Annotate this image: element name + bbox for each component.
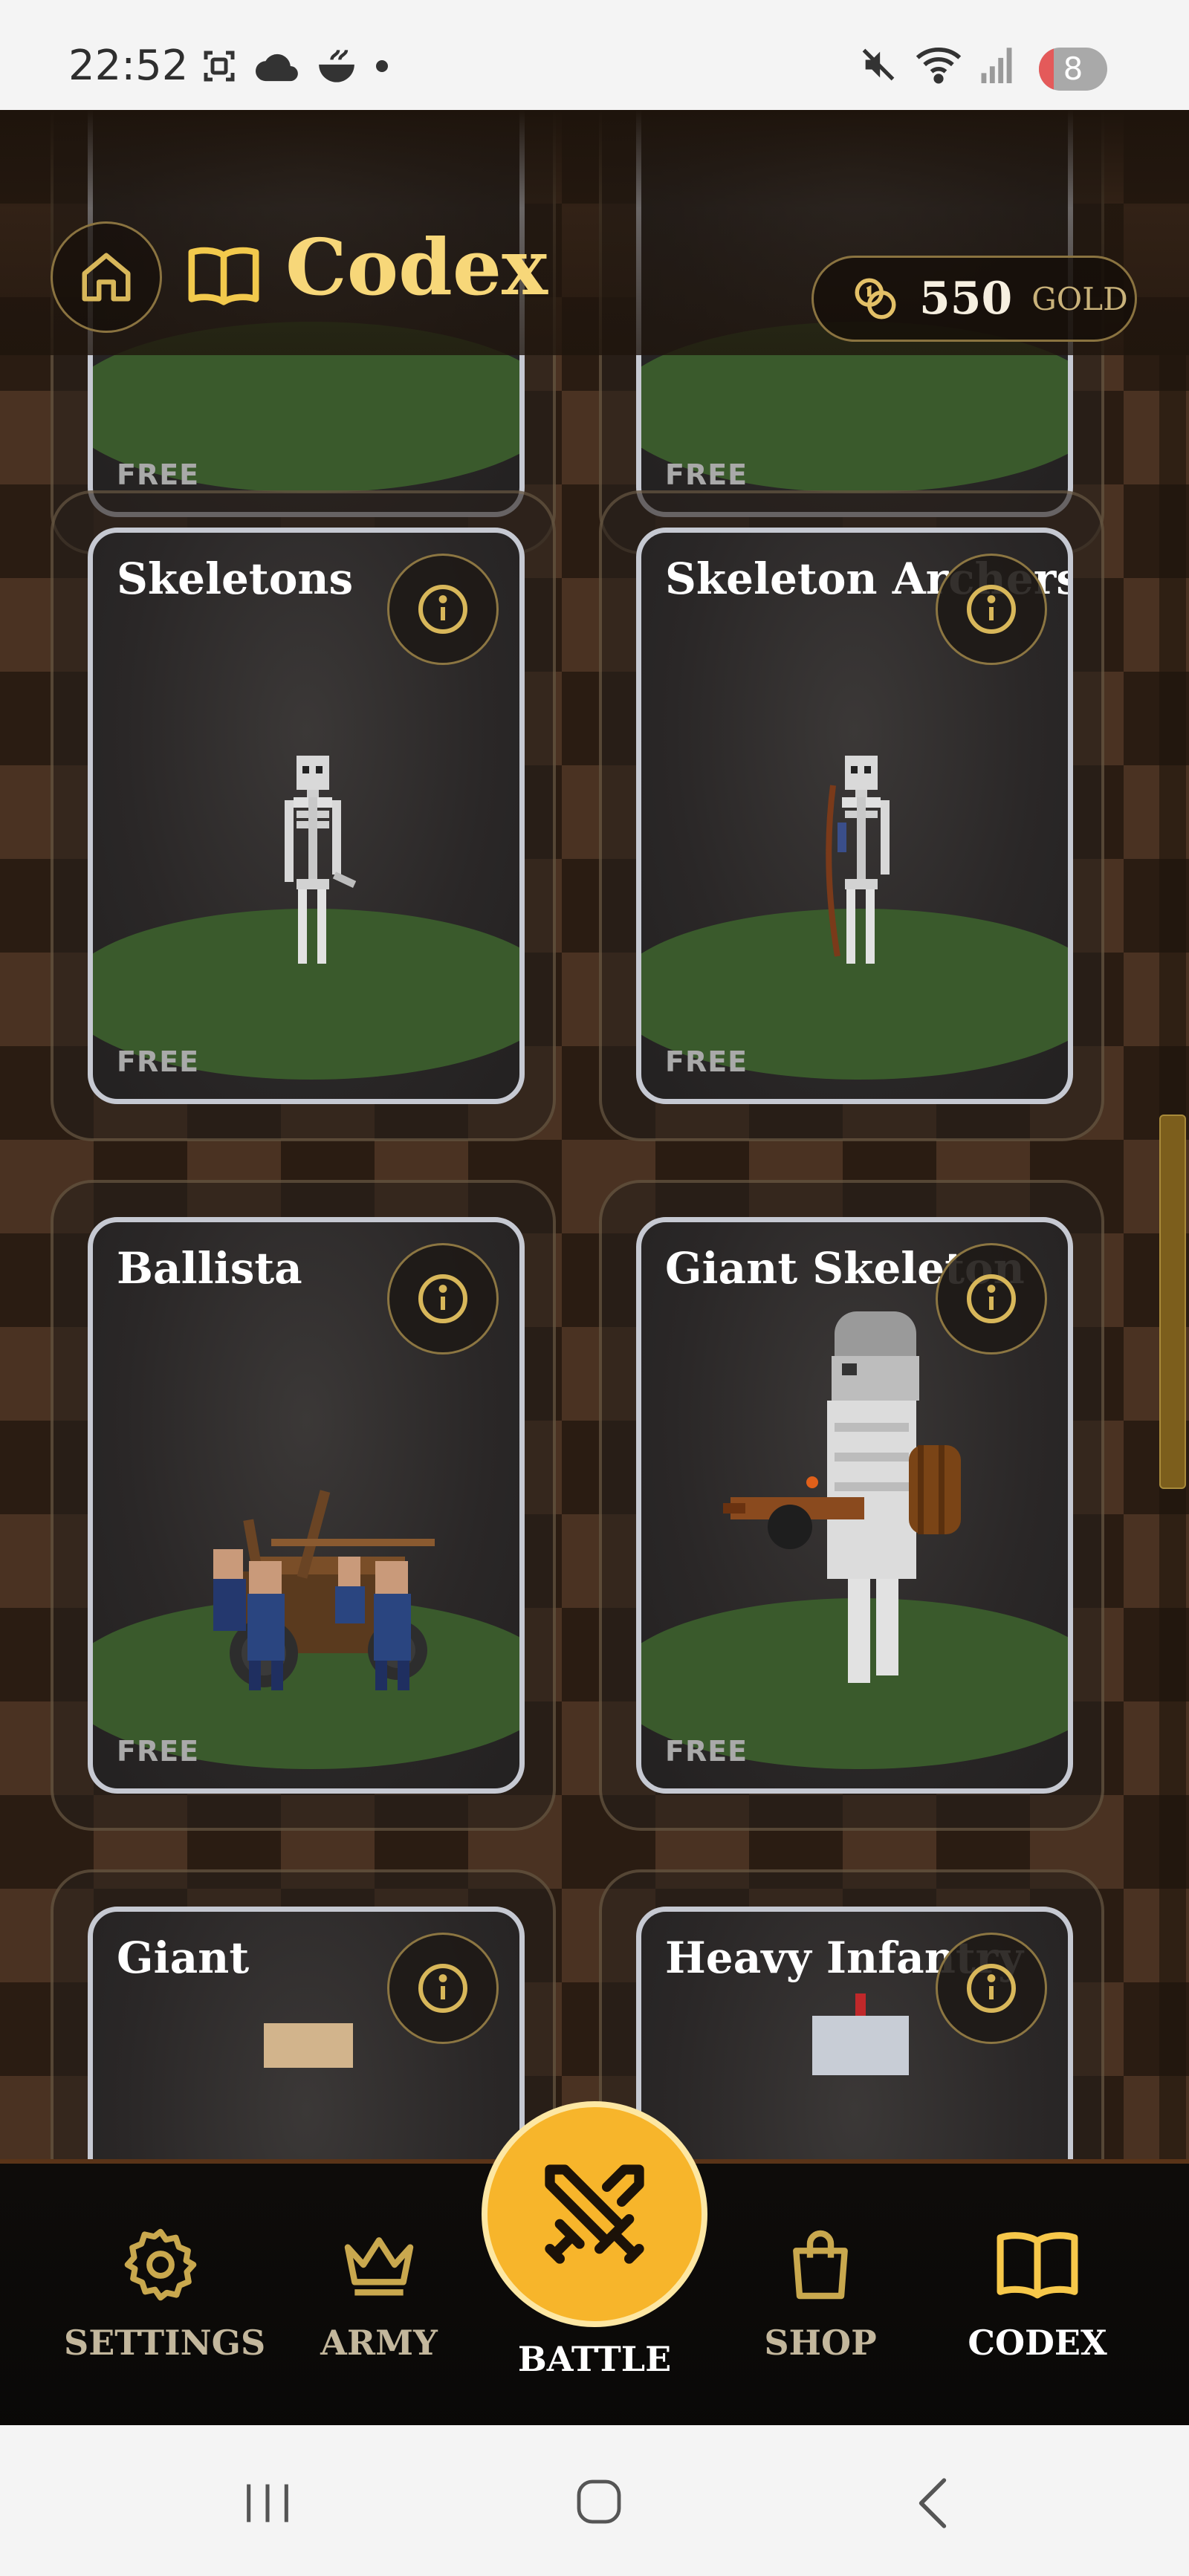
card-name: Giant bbox=[117, 1933, 250, 1983]
header: Codex 550 GOLD bbox=[0, 110, 1189, 355]
info-button[interactable] bbox=[387, 554, 499, 665]
info-icon bbox=[967, 1964, 1016, 2013]
card-price: FREE bbox=[665, 458, 748, 491]
gear-icon bbox=[124, 2228, 197, 2301]
card-name: Skeletons bbox=[117, 554, 354, 604]
gold-balance: 550 GOLD bbox=[811, 256, 1137, 342]
battery-icon: 8 bbox=[1039, 48, 1107, 91]
coins-icon bbox=[855, 278, 896, 319]
battle-button[interactable] bbox=[482, 2101, 707, 2327]
nav-shop[interactable]: SHOP bbox=[724, 2223, 917, 2363]
scrollbar-thumb[interactable] bbox=[1159, 1115, 1186, 1489]
home-button[interactable] bbox=[51, 221, 162, 333]
card-price: FREE bbox=[665, 1045, 748, 1078]
book-icon bbox=[997, 2232, 1078, 2299]
info-button[interactable] bbox=[387, 1243, 499, 1354]
heavy-infantry-figure bbox=[812, 1993, 909, 2075]
status-bar: 22:52 8 bbox=[0, 0, 1189, 110]
info-icon bbox=[418, 1964, 467, 2013]
giant-skeleton-figure bbox=[723, 1311, 961, 1683]
book-icon bbox=[188, 247, 259, 305]
crossed-swords-icon bbox=[545, 2164, 644, 2264]
gold-label: GOLD bbox=[1031, 280, 1128, 317]
home-icon bbox=[82, 253, 131, 302]
status-time: 22:52 bbox=[68, 42, 189, 90]
card-price: FREE bbox=[117, 1045, 200, 1078]
card-name: Ballista bbox=[117, 1243, 302, 1294]
signal-icon bbox=[981, 48, 1012, 83]
unit-card-skeleton-archers[interactable]: Skeleton Archers FREE bbox=[599, 490, 1104, 1141]
info-button[interactable] bbox=[387, 1933, 499, 2044]
nav-settings[interactable]: SETTINGS bbox=[64, 2223, 266, 2363]
unit-card-giant-skeleton[interactable]: Giant Skeleton FREE bbox=[599, 1180, 1104, 1831]
info-button[interactable] bbox=[936, 554, 1047, 665]
card-price: FREE bbox=[117, 458, 200, 491]
crown-icon bbox=[344, 2237, 414, 2296]
back-icon[interactable] bbox=[911, 2476, 954, 2531]
nav-shop-label: SHOP bbox=[764, 2323, 877, 2363]
home-icon[interactable] bbox=[572, 2474, 626, 2529]
wifi-icon bbox=[916, 47, 962, 84]
shopping-bag-icon bbox=[793, 2230, 848, 2300]
mute-icon bbox=[862, 48, 895, 81]
system-nav-bar bbox=[0, 2425, 1189, 2576]
nav-codex[interactable]: CODEX bbox=[941, 2223, 1134, 2363]
info-icon bbox=[418, 1274, 467, 1323]
nav-codex-label: CODEX bbox=[968, 2323, 1107, 2363]
info-button[interactable] bbox=[936, 1933, 1047, 2044]
ballista-figure bbox=[213, 1490, 435, 1690]
battle-label: BATTLE bbox=[517, 2339, 672, 2379]
info-icon bbox=[967, 1274, 1016, 1323]
dot-icon bbox=[376, 60, 388, 72]
unit-card-ballista[interactable]: Ballista FREE bbox=[51, 1180, 556, 1831]
nav-settings-label: SETTINGS bbox=[64, 2323, 266, 2363]
info-icon bbox=[418, 585, 467, 634]
page-title: Codex bbox=[285, 221, 548, 313]
card-price: FREE bbox=[117, 1735, 200, 1768]
card-price: FREE bbox=[665, 1735, 748, 1768]
giant-figure bbox=[264, 2023, 353, 2068]
info-button[interactable] bbox=[936, 1243, 1047, 1354]
cloud-icon bbox=[256, 53, 298, 82]
skeleton-figure bbox=[285, 756, 356, 964]
unit-card-skeletons[interactable]: Skeletons FREE bbox=[51, 490, 556, 1141]
screenshot-icon bbox=[204, 51, 235, 82]
codex-screen: FREE FREE Skeletons FREE Skeleton Archer… bbox=[0, 110, 1189, 2425]
recents-icon[interactable] bbox=[239, 2479, 296, 2528]
bowl-icon bbox=[319, 49, 354, 82]
skeleton-archer-figure bbox=[826, 756, 890, 964]
gold-amount: 550 bbox=[919, 273, 1013, 325]
info-icon bbox=[967, 585, 1016, 634]
